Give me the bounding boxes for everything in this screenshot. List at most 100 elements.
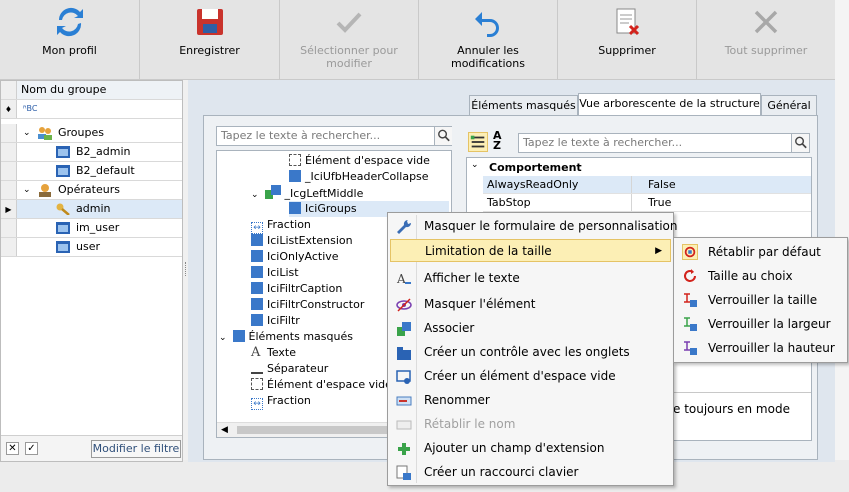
selectionner-button[interactable]: Sélectionner pour modifier [280,0,419,80]
collapse-chevron-icon[interactable]: ⌄ [471,160,479,170]
tree-row-admin[interactable]: ▶ admin [1,200,182,219]
tree-node[interactable]: IciListExtension [251,233,353,249]
menu-item-renommer[interactable]: Renommer [390,389,671,412]
mon-profil-button[interactable]: Mon profil [0,0,140,80]
item-icon [251,282,263,294]
submenu-item-taille-au-choix[interactable]: Taille au choix [676,264,846,288]
categorized-view-icon[interactable] [468,132,488,152]
user-label: user [76,240,100,253]
lock-height-icon [684,341,697,355]
property-row[interactable]: AlwaysReadOnly False [483,176,811,194]
users-group-icon [38,127,52,140]
separator-item-icon [251,362,263,374]
tree-row-operateurs[interactable]: ⌄ Opérateurs [1,181,182,200]
tree-row-user[interactable]: user [1,238,182,257]
menu-item-creer-raccourci[interactable]: Créer un raccourci clavier [390,461,671,484]
submenu-item-retablir-defaut[interactable]: Rétablir par défaut [676,240,846,264]
tout-supprimer-label: Tout supprimer [724,44,808,57]
menu-item-masquer-element[interactable]: Masquer l'élément [390,293,671,316]
lock-width-icon [684,317,697,331]
lock-size-icon [684,293,697,307]
tab-vue-arborescente[interactable]: Vue arborescente de la structure [578,93,761,116]
group-list-header: Nom du groupe [1,81,182,100]
tab-elements-masques[interactable]: Éléments masqués [469,95,578,115]
modifier-filtre-button[interactable]: Modifier le filtre [91,440,181,458]
tree-node[interactable]: _IciUfbHeaderCollapse [289,169,429,185]
filter-row[interactable]: ♦ ᴿBC [1,100,182,119]
user-item-icon [56,222,70,234]
collapse-chevron-icon[interactable]: ⌄ [251,190,259,200]
tree-node[interactable]: ↔ Fraction [251,217,311,234]
empty-space-icon [251,378,263,390]
group-icon [397,322,411,336]
menu-item-creer-controle-onglets[interactable]: Créer un contrôle avec les onglets [390,341,671,364]
collapse-chevron-icon[interactable]: ⌄ [219,333,227,343]
submenu-item-verrouiller-taille[interactable]: Verrouiller la taille [676,288,846,312]
group-layout-icon [264,185,281,199]
collapse-chevron-icon[interactable]: ⌄ [23,181,31,199]
column-header-nom-du-groupe[interactable]: Nom du groupe [21,81,106,99]
search-icon[interactable] [791,134,809,152]
property-value[interactable]: False [631,176,676,193]
tree-row-b2-default[interactable]: B2_default [1,162,182,181]
enregistrer-label: Enregistrer [179,44,240,57]
tabbed-group-icon [397,347,411,360]
scroll-left-icon[interactable]: ◀ [221,425,228,435]
tree-node[interactable]: IciList [251,265,299,281]
item-icon [289,202,301,214]
alphabetical-sort-icon[interactable]: AZ [493,130,513,151]
property-description: e toujours en mode [673,402,790,416]
tree-node[interactable]: Séparateur [251,361,328,377]
supprimer-label: Supprimer [598,44,656,57]
property-name: AlwaysReadOnly [487,178,579,191]
tree-node[interactable]: IciOnlyActive [251,249,339,265]
tree-row-b2-admin[interactable]: B2_admin [1,143,182,162]
submenu-item-verrouiller-hauteur[interactable]: Verrouiller la hauteur [676,336,846,360]
collapse-chevron-icon[interactable]: ⌄ [23,124,31,142]
tree-node[interactable]: Élément d'espace vide [251,377,392,393]
clear-filter-icon[interactable]: ✕ [6,442,19,455]
tree-node[interactable]: A Texte [251,345,296,361]
tree-row-groupes[interactable]: ⌄ Groupes [1,124,182,143]
tree-node[interactable]: IciFiltrCaption [251,281,342,297]
tab-general[interactable]: Général [761,95,817,115]
annuler-button[interactable]: Annuler les modifications [419,0,558,80]
item-icon [251,314,263,326]
filter-row-indicator: ♦ [1,100,17,118]
tree-node-elements-masques[interactable]: ⌄ Éléments masqués [219,329,353,345]
refresh-icon [56,7,83,37]
tree-node[interactable]: ↔ Fraction [251,393,311,410]
current-row-indicator: ▶ [1,200,17,218]
tree-search-input[interactable]: Tapez le texte à rechercher... [216,126,452,146]
empty-space-icon [396,370,411,384]
reset-default-icon [682,244,698,260]
property-value[interactable]: True [631,194,671,211]
reset-name-icon [396,420,412,430]
supprimer-button[interactable]: Supprimer [558,0,697,80]
props-search-input[interactable]: Tapez le texte à rechercher... [518,133,810,153]
tree-row-im-user[interactable]: im_user [1,219,182,238]
enregistrer-button[interactable]: Enregistrer [140,0,280,80]
search-icon[interactable] [434,127,452,145]
group-item-icon [56,146,70,158]
rename-icon [396,396,412,406]
menu-item-limitation-taille[interactable]: Limitation de la taille ▶ [390,239,671,262]
menu-item-retablir-nom[interactable]: Rétablir le nom [390,413,671,436]
tout-supprimer-button[interactable]: Tout supprimer [697,0,835,80]
menu-item-creer-element-espace-vide[interactable]: Créer un élément d'espace vide [390,365,671,388]
filter-enabled-checkbox[interactable]: ✓ [25,442,38,455]
tree-node[interactable]: IciFiltrConstructor [251,297,364,313]
tree-node[interactable]: Élément d'espace vide [289,153,430,169]
menu-item-afficher-texte[interactable]: A Afficher le texte [390,267,671,290]
scrollbar-thumb[interactable] [237,426,387,434]
operateurs-label: Opérateurs [58,183,120,196]
submenu-item-verrouiller-largeur[interactable]: Verrouiller la largeur [676,312,846,336]
property-row[interactable]: TabStop True [483,194,811,212]
tree-node[interactable]: ⌄ _IcgLeftMiddle [251,185,363,201]
item-icon [251,266,263,278]
menu-item-associer[interactable]: Associer [390,317,671,340]
menu-item-ajouter-champ-extension[interactable]: Ajouter un champ d'extension [390,437,671,460]
tree-node[interactable]: IciFiltr [251,313,300,329]
menu-item-masquer-formulaire[interactable]: Masquer le formulaire de personnalisatio… [390,215,677,238]
abc-filter-icon: ᴿBC [23,104,38,113]
